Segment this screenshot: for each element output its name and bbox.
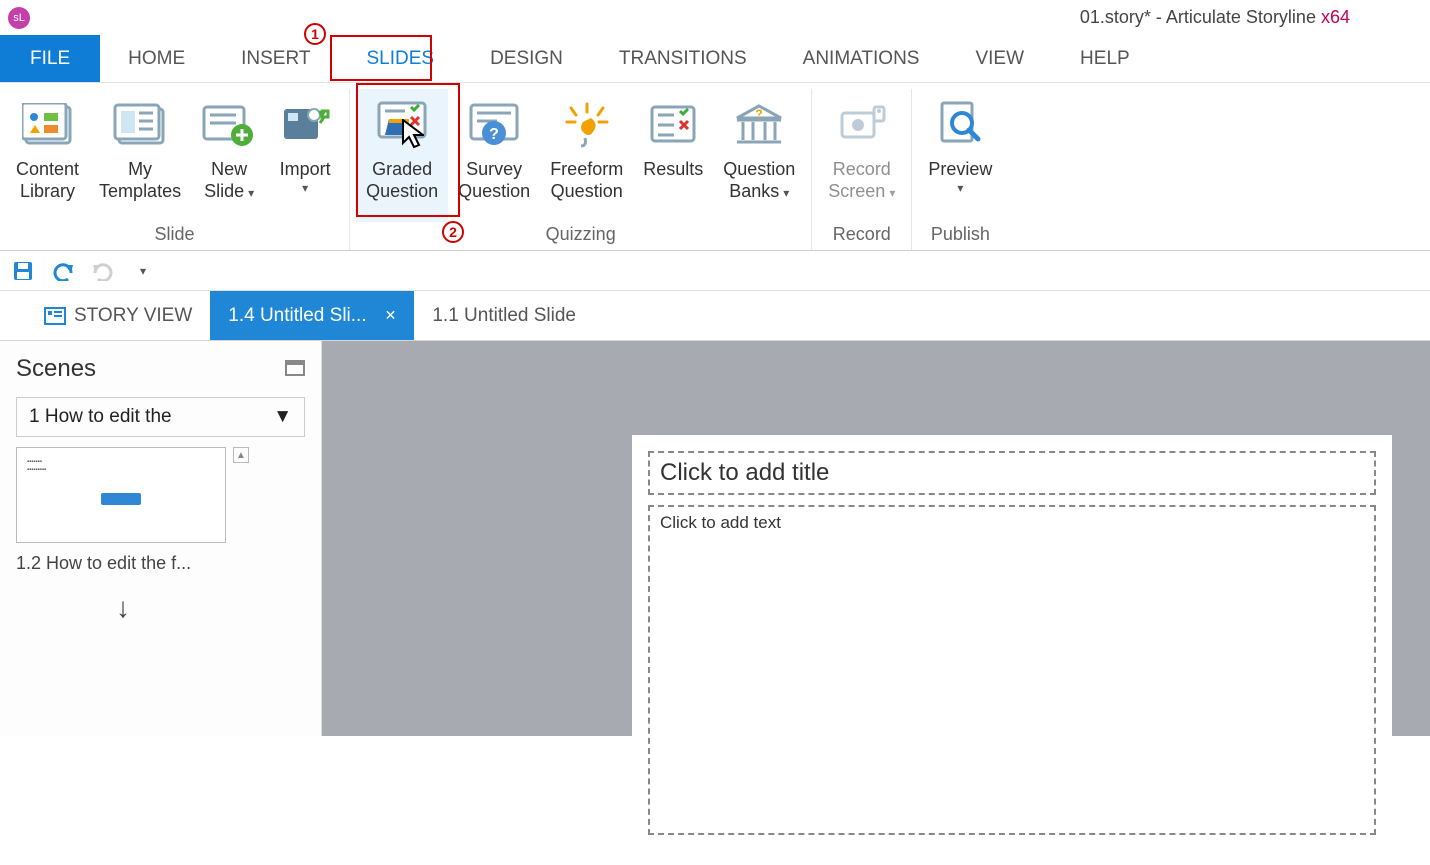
quick-access-toolbar: ▾ xyxy=(0,251,1430,291)
arch-label: x64 xyxy=(1316,7,1350,27)
question-banks-label: Question Banks xyxy=(723,159,795,202)
thumb-scroll-up[interactable]: ▲ xyxy=(232,447,250,543)
new-slide-label: New Slide xyxy=(204,159,254,202)
new-slide-button[interactable]: New Slide xyxy=(191,89,267,222)
tab-slide-1-1-label: 1.1 Untitled Slide xyxy=(432,305,576,327)
content-library-icon xyxy=(20,97,76,153)
callout-badge-2: 2 xyxy=(442,221,464,243)
group-label-publish: Publish xyxy=(931,222,990,246)
record-screen-button[interactable]: Record Screen xyxy=(818,89,905,222)
record-screen-label: Record Screen xyxy=(828,159,895,202)
import-icon xyxy=(277,97,333,153)
ribbon-group-record: Record Screen Record xyxy=(812,89,912,250)
body-placeholder[interactable]: Click to add text xyxy=(648,505,1376,835)
title-bar: sL 01.story* - Articulate Storyline x64 xyxy=(0,0,1430,35)
file-name: 01.story* xyxy=(1080,7,1151,27)
preview-label: Preview xyxy=(928,159,992,181)
workspace: Scenes 1 How to edit the ▼ ▪▪▪▪▪▪▪▪▪▪▪▪▪… xyxy=(0,341,1430,736)
slide-canvas[interactable]: Click to add title Click to add text xyxy=(632,435,1392,865)
question-banks-icon: ? xyxy=(731,97,787,153)
content-library-label: Content Library xyxy=(16,159,79,202)
import-button[interactable]: Import ▾ xyxy=(267,89,343,222)
svg-text:?: ? xyxy=(489,126,499,143)
scene-selector-label: 1 How to edit the xyxy=(29,406,172,428)
qat-customize-button[interactable]: ▾ xyxy=(130,258,156,284)
ribbon: Content Library My Templates New Slide I… xyxy=(0,83,1430,251)
menu-transitions[interactable]: TRANSITIONS xyxy=(591,35,775,82)
close-icon[interactable]: ✕ xyxy=(385,307,397,324)
survey-question-button[interactable]: ? Survey Question xyxy=(448,89,540,222)
graded-question-icon xyxy=(374,97,430,153)
freeform-question-icon xyxy=(559,97,615,153)
save-button[interactable] xyxy=(10,258,36,284)
ribbon-group-slide: Content Library My Templates New Slide I… xyxy=(0,89,350,250)
survey-question-label: Survey Question xyxy=(458,159,530,202)
menu-slides[interactable]: SLIDES xyxy=(338,35,462,82)
survey-question-icon: ? xyxy=(466,97,522,153)
freeform-question-button[interactable]: Freeform Question xyxy=(540,89,633,222)
freeform-question-label: Freeform Question xyxy=(550,159,623,202)
menu-view[interactable]: VIEW xyxy=(947,35,1052,82)
results-label: Results xyxy=(643,159,703,181)
import-label: Import xyxy=(280,159,331,181)
tab-slide-1-4[interactable]: 1.4 Untitled Sli... ✕ xyxy=(210,291,414,340)
slide-thumbnail[interactable]: ▪▪▪▪▪▪▪▪▪▪▪▪▪▪▪▪ xyxy=(16,447,226,543)
menu-animations[interactable]: ANIMATIONS xyxy=(775,35,948,82)
undo-button[interactable] xyxy=(50,258,76,284)
document-tabs: STORY VIEW 1.4 Untitled Sli... ✕ 1.1 Unt… xyxy=(0,291,1430,341)
my-templates-label: My Templates xyxy=(99,159,181,202)
flow-arrow-icon: ↓ xyxy=(116,592,305,624)
question-banks-button[interactable]: ? Question Banks xyxy=(713,89,805,222)
new-slide-icon xyxy=(201,97,257,153)
ribbon-group-publish: Preview ▾ Publish xyxy=(912,89,1008,250)
story-view-icon xyxy=(44,307,66,325)
menu-help[interactable]: HELP xyxy=(1052,35,1158,82)
graded-question-label: Graded Question xyxy=(366,159,438,202)
group-label-record: Record xyxy=(833,222,891,246)
scenes-panel-menu-icon[interactable] xyxy=(285,360,305,378)
results-button[interactable]: Results xyxy=(633,89,713,222)
my-templates-button[interactable]: My Templates xyxy=(89,89,191,222)
ribbon-group-quizzing: Graded Question ? Survey Question Freefo… xyxy=(350,89,812,250)
menu-file[interactable]: FILE xyxy=(0,35,100,82)
scenes-panel: Scenes 1 How to edit the ▼ ▪▪▪▪▪▪▪▪▪▪▪▪▪… xyxy=(0,341,322,736)
chevron-down-icon: ▼ xyxy=(273,406,292,428)
group-label-quizzing: Quizzing xyxy=(546,222,616,246)
svg-text:?: ? xyxy=(756,107,763,121)
graded-question-button[interactable]: Graded Question xyxy=(356,89,448,222)
menu-design[interactable]: DESIGN xyxy=(462,35,591,82)
window-title: 01.story* - Articulate Storyline x64 xyxy=(0,7,1430,28)
slide-thumbnail-caption: 1.2 How to edit the f... xyxy=(16,553,305,574)
tab-slide-1-4-label: 1.4 Untitled Sli... xyxy=(228,305,366,327)
content-library-button[interactable]: Content Library xyxy=(6,89,89,222)
tab-story-view[interactable]: STORY VIEW xyxy=(0,291,210,340)
slide-canvas-area[interactable]: Click to add title Click to add text xyxy=(322,341,1430,736)
record-screen-icon xyxy=(834,97,890,153)
menu-home[interactable]: HOME xyxy=(100,35,213,82)
menu-tabs: FILE HOME INSERT SLIDES DESIGN TRANSITIO… xyxy=(0,35,1430,83)
my-templates-icon xyxy=(112,97,168,153)
app-name: Articulate Storyline xyxy=(1166,7,1316,27)
title-placeholder[interactable]: Click to add title xyxy=(648,451,1376,495)
preview-button[interactable]: Preview ▾ xyxy=(918,89,1002,222)
results-icon xyxy=(645,97,701,153)
redo-button[interactable] xyxy=(90,258,116,284)
scenes-heading: Scenes xyxy=(16,355,96,383)
preview-icon xyxy=(932,97,988,153)
callout-badge-1: 1 xyxy=(304,23,326,45)
scene-selector[interactable]: 1 How to edit the ▼ xyxy=(16,397,305,437)
group-label-slide: Slide xyxy=(155,222,195,246)
tab-slide-1-1[interactable]: 1.1 Untitled Slide xyxy=(414,291,594,340)
tab-story-view-label: STORY VIEW xyxy=(74,305,192,327)
